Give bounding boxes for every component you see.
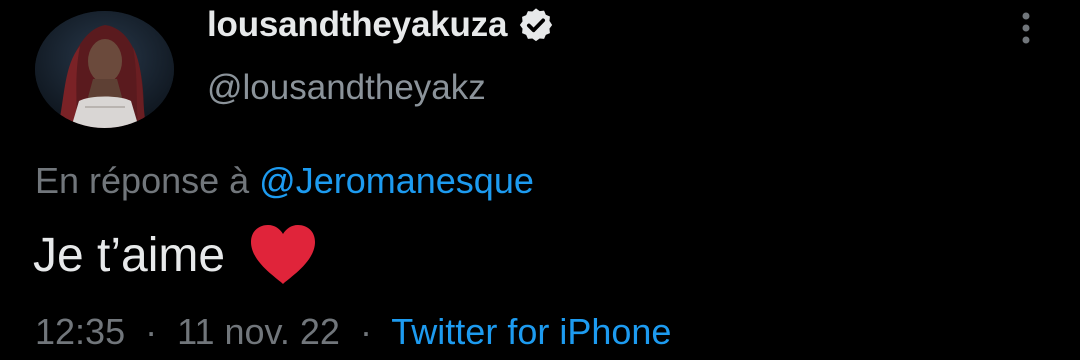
verified-badge-icon [517,6,555,44]
display-name[interactable]: lousandtheyakuza [207,5,507,45]
vertical-ellipsis-icon[interactable] [1014,10,1038,50]
reply-prefix: En réponse à [35,160,250,201]
red-heart-emoji-icon [247,222,319,288]
separator-dot: · [145,311,158,352]
separator-dot: · [359,311,372,352]
reply-context: En réponse à @Jeromanesque [35,160,534,202]
tweet-metadata: 12:35 · 11 nov. 22 · Twitter for iPhone [35,311,671,353]
avatar-image [35,11,174,128]
author-name-row[interactable]: lousandtheyakuza [207,3,555,47]
tweet-time[interactable]: 12:35 [35,311,125,352]
user-handle[interactable]: @lousandtheyakz [207,68,486,108]
avatar[interactable] [35,11,174,128]
tweet-text-content: Je t’aime [33,228,226,282]
tweet-text: Je t’aime [33,222,319,288]
tweet-date[interactable]: 11 nov. 22 [177,311,340,352]
tweet: lousandtheyakuza @lousandtheyakz En répo… [0,0,1080,360]
reply-to-mention[interactable]: @Jeromanesque [259,160,534,201]
tweet-source-link[interactable]: Twitter for iPhone [391,311,671,352]
